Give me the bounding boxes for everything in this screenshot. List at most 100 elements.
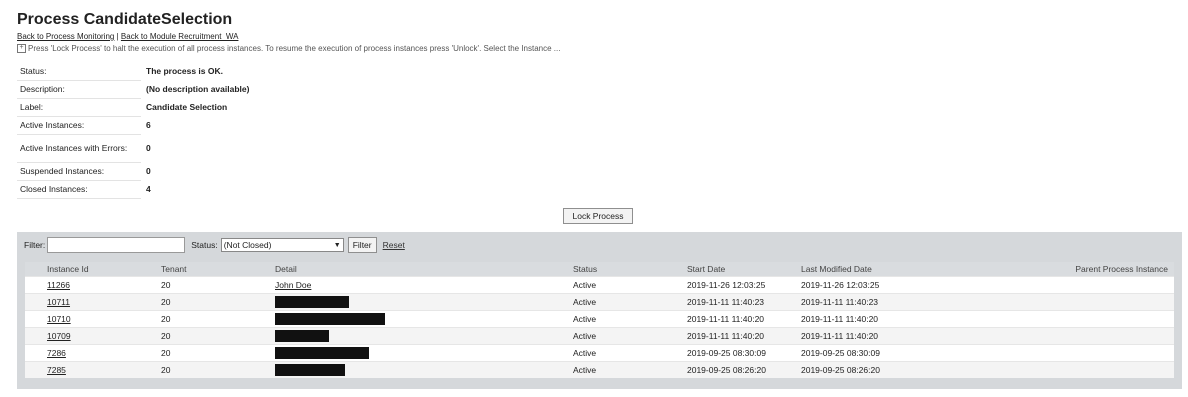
instance-id-link[interactable]: 10709 [47,331,71,341]
info-label-description: Description: [17,80,141,99]
cell-instance-id: 10710 [25,310,139,328]
breadcrumb-separator: | [116,32,119,41]
info-value-suspended: 0 [146,166,151,176]
cell-tenant: 20 [139,276,253,294]
col-start-date[interactable]: Start Date [665,262,779,277]
cell-status: Active [551,276,665,294]
detail-link[interactable]: John Doe [275,280,311,290]
info-value-closed: 4 [146,184,151,194]
cell-parent-instance [1041,361,1174,378]
info-value-status: The process is OK. [146,66,223,76]
instance-id-link[interactable]: 7286 [47,348,66,358]
cell-detail [253,293,551,311]
instance-id-link[interactable]: 10710 [47,314,71,324]
cell-detail [253,361,551,378]
col-instance-id[interactable]: Instance Id [25,262,139,277]
cell-last-modified: 2019-09-25 08:26:20 [779,361,1041,378]
filter-input[interactable] [47,237,186,253]
info-label-errors: Active Instances with Errors: [17,134,141,163]
table-row: 11266 20 John Doe Active 2019-11-26 12:0… [25,276,1174,294]
instance-id-link[interactable]: 7285 [47,365,66,375]
cell-start-date: 2019-11-11 11:40:20 [665,327,779,345]
cell-tenant: 20 [139,327,253,345]
status-select-value: (Not Closed) [223,240,272,250]
cell-detail [253,327,551,345]
filter-bar: Filter: Status: (Not Closed) ▼ Filter Re… [24,237,405,253]
cell-detail [253,344,551,362]
process-info-table: Status: The process is OK. Description: (N… [17,62,252,199]
cell-start-date: 2019-11-26 12:03:25 [665,276,779,294]
cell-detail [253,310,551,328]
cell-status: Active [551,293,665,311]
instance-id-link[interactable]: 10711 [47,297,70,307]
col-detail[interactable]: Detail [253,262,551,277]
cell-instance-id: 7285 [25,361,139,378]
info-value-label: Candidate Selection [146,102,228,112]
cell-detail: John Doe [253,276,551,294]
cell-status: Active [551,361,665,378]
lock-process-button[interactable]: Lock Process [563,208,633,224]
cell-instance-id: 11266 [25,276,139,294]
redacted-detail [275,313,385,325]
filter-label: Filter: [24,240,46,250]
cell-parent-instance [1041,327,1174,345]
status-label: Status: [191,240,218,250]
table-row: 10710 20 Active 2019-11-11 11:40:20 2019… [25,310,1174,328]
status-select[interactable]: (Not Closed) ▼ [220,238,344,252]
chevron-down-icon: ▼ [333,241,341,249]
back-to-process-monitoring-link[interactable]: Back to Process Monitoring [17,32,114,41]
redacted-detail [275,296,349,308]
reset-link[interactable]: Reset [383,240,405,250]
col-parent-instance[interactable]: Parent Process Instance [1041,262,1174,277]
breadcrumb: Back to Process Monitoring | Back to Mod… [17,32,238,41]
col-last-modified[interactable]: Last Modified Date [779,262,1041,277]
plus-box-icon[interactable]: + [17,44,26,54]
info-value-description: (No description available) [146,84,250,94]
cell-last-modified: 2019-09-25 08:30:09 [779,344,1041,362]
cell-tenant: 20 [139,361,253,378]
col-status[interactable]: Status [551,262,665,277]
cell-last-modified: 2019-11-11 11:40:23 [779,293,1041,311]
info-label-closed: Closed Instances: [17,180,141,199]
cell-instance-id: 10709 [25,327,139,345]
table-row: 10709 20 Active 2019-11-11 11:40:20 2019… [25,327,1174,345]
col-tenant[interactable]: Tenant [139,262,253,277]
cell-last-modified: 2019-11-11 11:40:20 [779,327,1041,345]
cell-status: Active [551,310,665,328]
info-label-status: Status: [17,62,141,81]
cell-start-date: 2019-09-25 08:30:09 [665,344,779,362]
cell-parent-instance [1041,293,1174,311]
cell-tenant: 20 [139,293,253,311]
cell-start-date: 2019-09-25 08:26:20 [665,361,779,378]
info-value-active: 6 [146,120,151,130]
cell-parent-instance [1041,310,1174,328]
cell-status: Active [551,327,665,345]
cell-parent-instance [1041,344,1174,362]
table-row: 7285 20 Active 2019-09-25 08:26:20 2019-… [25,361,1174,378]
cell-instance-id: 7286 [25,344,139,362]
table-row: 7286 20 Active 2019-09-25 08:30:09 2019-… [25,344,1174,362]
cell-start-date: 2019-11-11 11:40:23 [665,293,779,311]
cell-start-date: 2019-11-11 11:40:20 [665,310,779,328]
cell-status: Active [551,344,665,362]
cell-tenant: 20 [139,310,253,328]
info-label-active: Active Instances: [17,116,141,135]
hint-text: Press 'Lock Process' to halt the executi… [28,44,561,53]
table-row: 10711 20 Active 2019-11-11 11:40:23 2019… [25,293,1174,311]
info-label-suspended: Suspended Instances: [17,162,141,181]
cell-tenant: 20 [139,344,253,362]
cell-last-modified: 2019-11-11 11:40:20 [779,310,1041,328]
info-value-errors: 0 [146,143,151,153]
redacted-detail [275,364,345,376]
instances-panel: Filter: Status: (Not Closed) ▼ Filter Re… [17,232,1182,389]
help-hint: + Press 'Lock Process' to halt the execut… [17,44,561,54]
instances-table: Instance Id Tenant Detail Status Start D… [25,262,1174,378]
info-label-label: Label: [17,98,141,117]
cell-last-modified: 2019-11-26 12:03:25 [779,276,1041,294]
instance-id-link[interactable]: 11266 [47,280,70,290]
redacted-detail [275,330,329,342]
page-title: Process CandidateSelection [17,11,233,28]
back-to-module-link[interactable]: Back to Module Recruitment_WA [121,32,239,41]
cell-parent-instance [1041,276,1174,294]
filter-button[interactable]: Filter [347,237,377,253]
